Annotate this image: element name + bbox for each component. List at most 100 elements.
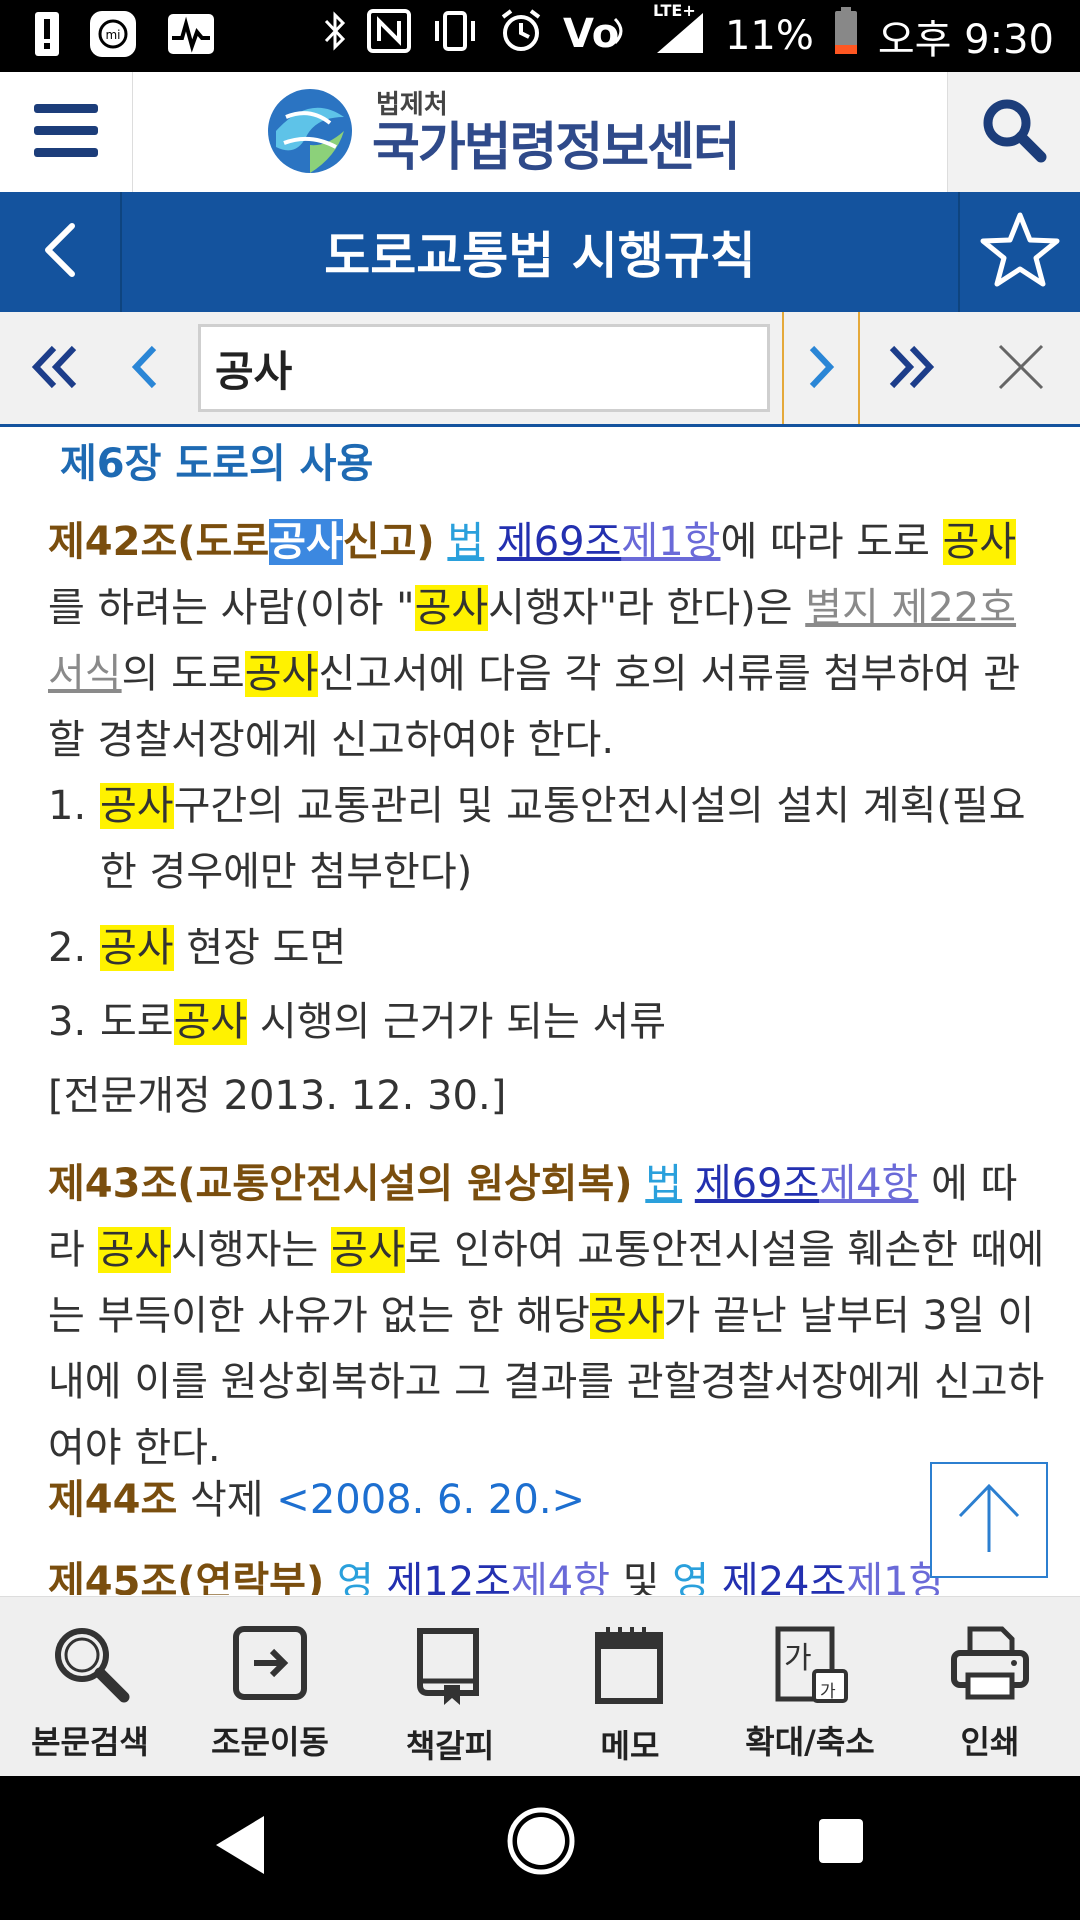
search-input[interactable] bbox=[198, 324, 770, 412]
square-recents-icon bbox=[818, 1819, 864, 1868]
network-type-label: LTE+ bbox=[652, 1, 696, 20]
article-link[interactable]: 제12조 bbox=[386, 1559, 511, 1595]
article-44: 제44조 삭제 <2008. 6. 20.> bbox=[48, 1477, 586, 1523]
search-navigation-bar bbox=[0, 312, 1080, 427]
svg-text:mi: mi bbox=[105, 28, 120, 42]
paragraph-link[interactable]: 제4항 bbox=[819, 1161, 918, 1207]
nav-back-button[interactable] bbox=[212, 1814, 268, 1880]
search-highlight: 공사 bbox=[97, 1227, 172, 1273]
toolbar-memo[interactable]: 메모 bbox=[540, 1597, 720, 1777]
nav-recents-button[interactable] bbox=[818, 1818, 864, 1868]
app-header: 법제처 국가법령정보센터 bbox=[0, 72, 1080, 193]
toolbar-text-search[interactable]: 본문검색 bbox=[0, 1597, 180, 1777]
search-highlight: 공사 bbox=[100, 925, 174, 971]
article-45: 제45조(연락부) 영 제12조제4항 및 영 제24조제1항 bbox=[48, 1549, 1048, 1595]
back-button[interactable] bbox=[0, 192, 122, 312]
article-43: 제43조(교통안전시설의 원상회복) 법 제69조제4항 에 따라 공사시행자는… bbox=[48, 1161, 1045, 1471]
chapter-heading: 제6장 도로의 사용 bbox=[60, 441, 374, 487]
clock: 오후 9:30 bbox=[877, 17, 1054, 63]
bluetooth-icon bbox=[323, 9, 347, 63]
hamburger-icon bbox=[34, 102, 98, 162]
search-highlight: 공사 bbox=[244, 651, 319, 697]
star-icon bbox=[980, 211, 1060, 293]
search-highlight: 공사 bbox=[414, 585, 489, 631]
list-item: 2. 공사 현장 도면 bbox=[48, 925, 347, 971]
article-link[interactable]: 제24조 bbox=[722, 1559, 847, 1595]
memo-pad-icon bbox=[592, 1623, 668, 1711]
scroll-to-top-button[interactable] bbox=[930, 1462, 1048, 1578]
selected-text[interactable]: 공사 bbox=[269, 519, 343, 565]
magnifier-icon bbox=[48, 1623, 132, 1707]
search-highlight: 공사 bbox=[942, 519, 1017, 565]
battery-percent: 11% bbox=[724, 13, 814, 59]
toolbar-bookmark[interactable]: 책갈피 bbox=[360, 1597, 540, 1777]
volte-icon: Vo bbox=[563, 9, 633, 63]
toolbar-zoom[interactable]: 가 가 확대/축소 bbox=[720, 1597, 900, 1777]
search-highlight: 공사 bbox=[100, 783, 174, 829]
paragraph-link[interactable]: 제1항 bbox=[621, 519, 720, 565]
double-chevron-left-icon bbox=[30, 344, 80, 394]
menu-button[interactable] bbox=[0, 72, 133, 192]
header-search-button[interactable] bbox=[947, 72, 1080, 192]
deletion-date: <2008. 6. 20.> bbox=[276, 1477, 586, 1523]
chevron-right-icon bbox=[804, 344, 838, 394]
law-link[interactable]: 영 bbox=[672, 1559, 709, 1595]
toolbar-label: 조문이동 bbox=[211, 1723, 329, 1761]
mi-icon: mi bbox=[88, 9, 138, 63]
search-highlight: 공사 bbox=[331, 1227, 405, 1273]
article-title: 제42조(도로공사신고) bbox=[48, 519, 435, 565]
activity-icon bbox=[166, 12, 216, 60]
chevron-left-icon bbox=[40, 220, 80, 284]
law-content[interactable]: 제6장 도로의 사용 제42조(도로공사신고) 법 제69조제1항에 따라 도로… bbox=[0, 427, 1080, 1595]
previous-result-button[interactable] bbox=[110, 334, 180, 404]
font-size-icon: 가 가 bbox=[770, 1623, 850, 1707]
logo-emblem-icon bbox=[266, 87, 354, 179]
toolbar-label: 확대/축소 bbox=[745, 1723, 875, 1761]
article-link[interactable]: 제69조 bbox=[497, 519, 622, 565]
favorite-button[interactable] bbox=[958, 192, 1080, 312]
article-title: 제43조(교통안전시설의 원상회복) bbox=[48, 1161, 633, 1207]
logo-subtitle: 법제처 bbox=[376, 90, 448, 120]
toolbar-label: 메모 bbox=[600, 1727, 660, 1765]
first-result-button[interactable] bbox=[20, 334, 90, 404]
arrow-up-icon bbox=[954, 1480, 1024, 1560]
amendment-note: [전문개정 2013. 12. 30.] bbox=[48, 1073, 507, 1119]
close-icon bbox=[996, 342, 1046, 396]
law-link[interactable]: 법 bbox=[447, 519, 484, 565]
toolbar-label: 책갈피 bbox=[405, 1727, 495, 1765]
article-title: 제44조 bbox=[48, 1477, 178, 1523]
printer-icon bbox=[948, 1623, 1032, 1707]
next-result-button[interactable] bbox=[786, 334, 856, 404]
divider bbox=[858, 312, 860, 424]
toolbar-label: 인쇄 bbox=[960, 1723, 1020, 1761]
font-icon-small-text: 가 bbox=[820, 1682, 836, 1702]
article-42: 제42조(도로공사신고) 법 제69조제1항에 따라 도로 공사를 하려는 사람… bbox=[48, 519, 1021, 763]
law-link[interactable]: 영 bbox=[337, 1559, 374, 1595]
article-title: 제45조(연락부) bbox=[48, 1559, 325, 1595]
search-highlight: 공사 bbox=[589, 1293, 664, 1339]
signal-icon: LTE+ bbox=[653, 1, 705, 63]
system-navigation-bar bbox=[0, 1776, 1080, 1920]
nav-home-button[interactable] bbox=[506, 1806, 576, 1880]
divider bbox=[782, 312, 784, 424]
paragraph-link[interactable]: 제4항 bbox=[511, 1559, 610, 1595]
close-search-button[interactable] bbox=[986, 334, 1056, 404]
nfc-icon bbox=[366, 9, 411, 63]
last-result-button[interactable] bbox=[876, 334, 946, 404]
bookmark-book-icon bbox=[410, 1623, 490, 1711]
site-logo[interactable]: 법제처 국가법령정보센터 bbox=[266, 86, 741, 180]
double-chevron-right-icon bbox=[886, 344, 936, 394]
list-item: 1. 공사구간의 교통관리 및 교통안전시설의 설치 계획(필요한 경우에만 첨… bbox=[48, 783, 1026, 895]
list-item: 3. 도로공사 시행의 근거가 되는 서류 bbox=[48, 999, 667, 1045]
battery-icon bbox=[834, 7, 858, 65]
circle-home-icon bbox=[506, 1807, 576, 1880]
article-link[interactable]: 제69조 bbox=[695, 1161, 820, 1207]
move-arrow-icon bbox=[230, 1623, 310, 1707]
bottom-toolbar: 본문검색 조문이동 책갈피 메모 가 가 확대/축소 인쇄 bbox=[0, 1596, 1080, 1777]
law-title-bar: 도로교통법 시행규칙 bbox=[0, 192, 1080, 312]
toolbar-print[interactable]: 인쇄 bbox=[900, 1597, 1080, 1777]
law-link[interactable]: 법 bbox=[645, 1161, 682, 1207]
toolbar-article-move[interactable]: 조문이동 bbox=[180, 1597, 360, 1777]
triangle-back-icon bbox=[212, 1816, 268, 1880]
search-highlight: 공사 bbox=[173, 999, 248, 1045]
